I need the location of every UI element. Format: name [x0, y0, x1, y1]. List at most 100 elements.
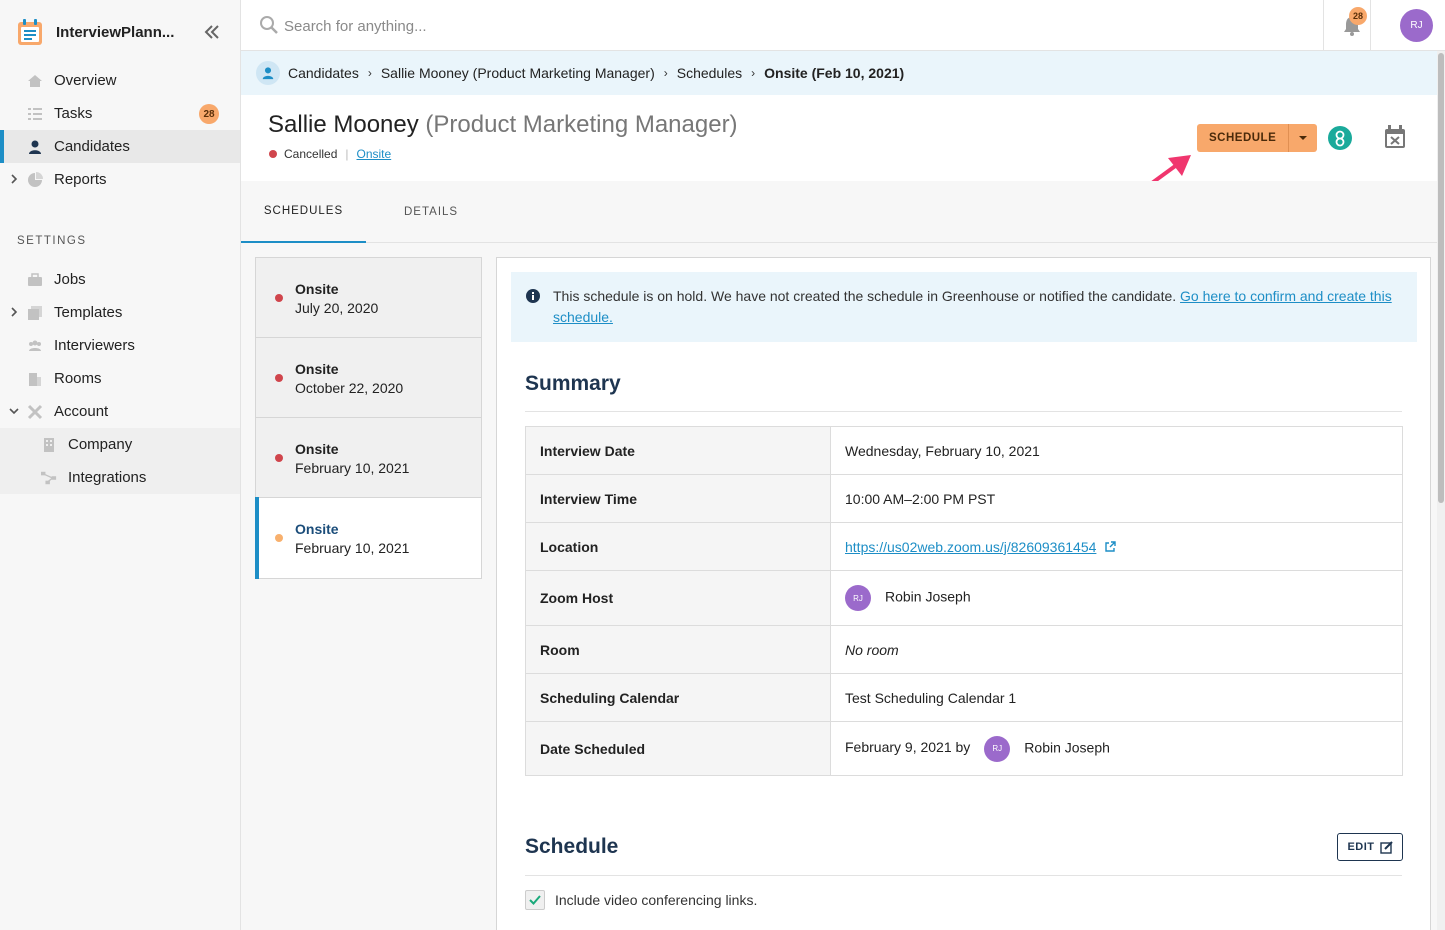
sidebar-item-overview[interactable]: Overview	[0, 64, 240, 97]
status-dot	[275, 294, 283, 302]
candidate-badge-icon	[256, 61, 280, 85]
sidebar-item-jobs[interactable]: Jobs	[0, 263, 240, 296]
sidebar-item-label: Overview	[54, 72, 117, 89]
schedule-title: Onsite	[295, 281, 339, 297]
sidebar-item-label: Jobs	[54, 271, 86, 288]
row-value: Wednesday, February 10, 2021	[830, 426, 1403, 475]
table-row: Scheduling Calendar Test Scheduling Cale…	[525, 673, 1403, 722]
reports-icon	[27, 171, 43, 188]
chevron-down-icon[interactable]	[8, 405, 20, 417]
edit-icon	[1379, 840, 1393, 854]
sidebar-item-label: Company	[68, 436, 133, 453]
breadcrumb: Candidates › Sallie Mooney (Product Mark…	[241, 51, 1445, 95]
schedule-list-item[interactable]: Onsite February 10, 2021	[256, 418, 481, 498]
table-row: Zoom Host RJ Robin Joseph	[525, 570, 1403, 626]
interviewers-icon	[27, 338, 43, 354]
edit-button[interactable]: EDIT	[1337, 833, 1403, 861]
sidebar-item-interviewers[interactable]: Interviewers	[0, 329, 240, 362]
breadcrumb-schedules[interactable]: Schedules	[677, 65, 742, 81]
candidate-icon	[27, 139, 43, 155]
cancel-calendar-icon[interactable]	[1384, 125, 1406, 149]
greenhouse-icon[interactable]	[1327, 125, 1353, 151]
scheduler-name: Robin Joseph	[1024, 739, 1110, 756]
table-row: Interview Time 10:00 AM–2:00 PM PST	[525, 474, 1403, 523]
search-input[interactable]	[284, 13, 984, 39]
chevron-right-icon: ›	[751, 66, 756, 80]
top-bar: 28 RJ	[241, 0, 1445, 51]
tasks-icon	[27, 106, 43, 122]
zoom-link[interactable]: https://us02web.zoom.us/j/82609361454	[845, 539, 1096, 555]
scrollbar-thumb[interactable]	[1438, 53, 1444, 503]
sidebar-item-integrations[interactable]: Integrations	[0, 461, 240, 494]
summary-table: Interview Date Wednesday, February 10, 2…	[525, 426, 1403, 776]
schedule-button[interactable]: SCHEDULE	[1197, 124, 1290, 152]
brand[interactable]: InterviewPlann...	[0, 0, 240, 64]
divider: |	[345, 147, 349, 161]
schedule-dropdown-button[interactable]	[1289, 124, 1318, 152]
status-dot	[275, 374, 283, 382]
schedule-date: February 10, 2021	[295, 540, 410, 556]
page-header: Sallie Mooney (Product Marketing Manager…	[241, 95, 1445, 181]
tab-schedules[interactable]: SCHEDULES	[241, 181, 366, 243]
table-row: Interview Date Wednesday, February 10, 2…	[525, 426, 1403, 475]
scheduled-date: February 9, 2021 by	[845, 739, 971, 756]
row-label: Date Scheduled	[525, 721, 831, 776]
table-row: Location https://us02web.zoom.us/j/82609…	[525, 522, 1403, 571]
schedule-detail-panel: This schedule is on hold. We have not cr…	[496, 257, 1431, 930]
notifications-button[interactable]: 28	[1323, 0, 1371, 50]
sidebar-item-reports[interactable]: Reports	[0, 163, 240, 196]
page-title: Sallie Mooney (Product Marketing Manager…	[268, 111, 738, 139]
row-label: Room	[525, 625, 831, 674]
user-avatar[interactable]: RJ	[1400, 9, 1433, 42]
row-label: Interview Date	[525, 426, 831, 475]
schedule-button-group: SCHEDULE	[1197, 124, 1318, 152]
candidate-role: (Product Marketing Manager)	[425, 111, 738, 138]
integrations-icon	[41, 470, 57, 486]
search-icon	[260, 16, 278, 34]
collapse-sidebar-icon[interactable]	[202, 22, 222, 42]
avatar: RJ	[984, 735, 1011, 762]
tab-details[interactable]: DETAILS	[404, 181, 458, 243]
schedule-list-item[interactable]: Onsite October 22, 2020	[256, 338, 481, 418]
chevron-right-icon[interactable]	[8, 306, 20, 318]
external-link-icon[interactable]	[1104, 540, 1116, 553]
chevron-right-icon[interactable]	[8, 173, 20, 185]
stage-link[interactable]: Onsite	[357, 147, 392, 161]
sidebar-item-rooms[interactable]: Rooms	[0, 362, 240, 395]
sidebar-item-label: Reports	[54, 171, 107, 188]
row-label: Location	[525, 522, 831, 571]
info-icon	[526, 289, 540, 303]
checkbox-label: Include video conferencing links.	[555, 892, 758, 908]
breadcrumb-candidates[interactable]: Candidates	[288, 65, 359, 81]
status-line: Cancelled | Onsite	[269, 147, 391, 161]
video-links-checkbox[interactable]	[525, 890, 545, 910]
tasks-count-badge: 28	[199, 104, 219, 124]
row-label: Scheduling Calendar	[525, 673, 831, 722]
status-label: Cancelled	[284, 147, 338, 161]
scrollbar[interactable]	[1437, 51, 1445, 930]
schedule-list: Onsite July 20, 2020 Onsite October 22, …	[255, 257, 482, 579]
row-value: Test Scheduling Calendar 1	[830, 673, 1403, 722]
caret-down-icon	[1299, 136, 1308, 140]
sidebar-item-tasks[interactable]: Tasks 28	[0, 97, 240, 130]
sidebar-item-label: Candidates	[54, 138, 130, 155]
host-name: Robin Joseph	[885, 588, 971, 605]
edit-label: EDIT	[1347, 841, 1375, 853]
breadcrumb-candidate[interactable]: Sallie Mooney (Product Marketing Manager…	[381, 65, 655, 81]
candidate-name: Sallie Mooney	[268, 111, 419, 138]
schedule-list-item-selected[interactable]: Onsite February 10, 2021	[255, 497, 481, 579]
briefcase-icon	[27, 272, 43, 288]
row-value: February 9, 2021 by RJ Robin Joseph	[830, 721, 1403, 776]
sidebar: InterviewPlann... Overview Tasks 28 Cand…	[0, 0, 241, 930]
sidebar-item-templates[interactable]: Templates	[0, 296, 240, 329]
sidebar-item-company[interactable]: Company	[0, 428, 240, 461]
row-value: 10:00 AM–2:00 PM PST	[830, 474, 1403, 523]
breadcrumb-current: Onsite (Feb 10, 2021)	[764, 65, 905, 81]
status-dot	[269, 150, 277, 158]
schedule-list-item[interactable]: Onsite July 20, 2020	[256, 258, 481, 338]
schedule-title: Onsite	[295, 441, 339, 457]
sidebar-item-candidates[interactable]: Candidates	[0, 130, 240, 163]
sidebar-item-account[interactable]: Account	[0, 395, 240, 428]
schedule-heading: Schedule	[525, 835, 619, 858]
building-icon	[41, 437, 57, 453]
